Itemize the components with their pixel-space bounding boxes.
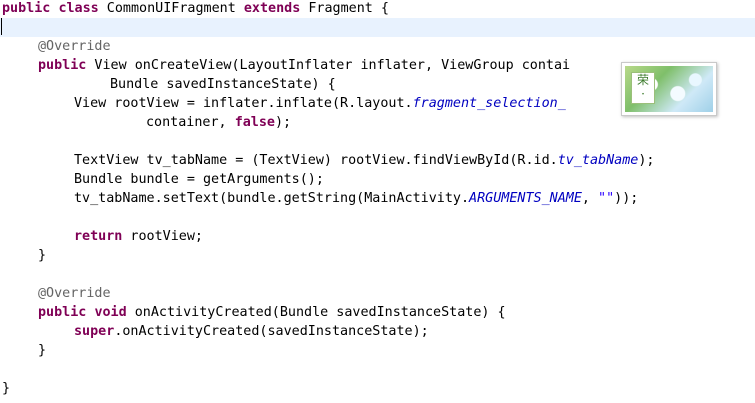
code-line[interactable]: Bundle bundle = getArguments();: [0, 170, 755, 189]
code-token: public: [38, 305, 87, 320]
flower-thumbnail-image: 荣 ·: [625, 66, 713, 112]
code-token: void: [94, 305, 127, 320]
code-token: tv_tabName: [557, 153, 639, 168]
code-token: Bundle savedInstanceState) {: [110, 77, 336, 92]
code-token: }: [38, 343, 47, 358]
code-token: extends: [243, 1, 301, 16]
code-token: return: [74, 229, 123, 244]
code-token: container,: [146, 115, 235, 130]
code-line[interactable]: public void onActivityCreated(Bundle sav…: [0, 303, 755, 322]
code-line[interactable]: }: [0, 379, 755, 398]
code-line[interactable]: }: [0, 246, 755, 265]
code-token: TextView tv_tabName = (TextView) rootVie…: [74, 153, 558, 168]
code-token: View onCreateView(LayoutInflater inflate…: [86, 58, 571, 73]
image-hover-popup: 荣 ·: [621, 62, 717, 116]
code-line[interactable]: TextView tv_tabName = (TextView) rootVie…: [0, 151, 755, 170]
code-line[interactable]: super.onActivityCreated(savedInstanceSta…: [0, 322, 755, 341]
code-token: public: [38, 58, 87, 73]
seal-stamp: 荣 ·: [631, 72, 655, 104]
code-line[interactable]: [0, 132, 755, 151]
code-token: ARGUMENTS_NAME: [469, 191, 582, 206]
code-token: }: [2, 381, 11, 396]
code-token: Fragment {: [300, 1, 389, 16]
code-token: "": [598, 191, 615, 206]
code-line[interactable]: [0, 360, 755, 379]
code-token: );: [638, 153, 655, 168]
code-token: );: [275, 115, 292, 130]
code-token: CommonUIFragment: [98, 1, 244, 16]
code-line[interactable]: @Override: [0, 284, 755, 303]
code-line[interactable]: @Override: [0, 37, 755, 56]
code-token: @Override: [38, 286, 111, 301]
code-token: super: [74, 324, 115, 339]
code-line[interactable]: public class CommonUIFragment extends Fr…: [0, 0, 755, 18]
code-token: fragment_selection_: [412, 96, 566, 111]
code-editor[interactable]: }} super.onActivityCreated(savedInstanceS…: [0, 0, 755, 403]
code-token: tv_tabName.setText(bundle.getString(Main…: [74, 191, 470, 206]
code-token: @Override: [38, 39, 111, 54]
code-token: View rootView = inflater.inflate(R.layou…: [74, 96, 413, 111]
code-line[interactable]: tv_tabName.setText(bundle.getString(Main…: [0, 189, 755, 208]
code-token: rootView;: [122, 229, 203, 244]
text-caret: [1, 18, 2, 35]
code-line[interactable]: }: [0, 341, 755, 360]
code-line[interactable]: [0, 208, 755, 227]
code-token: false: [234, 115, 275, 130]
code-token: ));: [614, 191, 639, 206]
code-token: public: [2, 1, 51, 16]
code-token: Bundle bundle = getArguments();: [74, 172, 324, 187]
code-token: }: [38, 248, 47, 263]
code-token: onActivityCreated(Bundle savedInstanceSt…: [126, 305, 506, 320]
code-line[interactable]: [0, 18, 755, 37]
code-token: ,: [581, 191, 599, 206]
code-token: .onActivityCreated(savedInstanceState);: [114, 324, 429, 339]
code-line[interactable]: return rootView;: [0, 227, 755, 246]
code-line[interactable]: [0, 265, 755, 284]
code-token: class: [58, 1, 99, 16]
